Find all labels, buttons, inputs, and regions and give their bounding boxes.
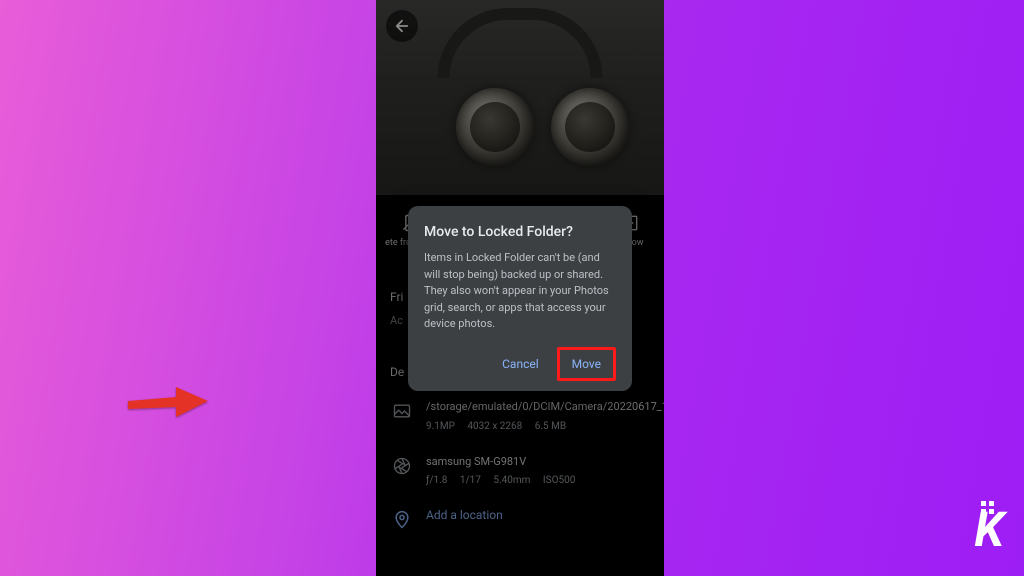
detail-camera-text: samsung SM-G981V ƒ/1.8 1/17 5.40mm ISO50… — [426, 454, 648, 489]
file-size: 6.5 MB — [535, 421, 566, 432]
watermark-logo: K — [974, 501, 1002, 558]
camera-aperture: ƒ/1.8 — [426, 475, 447, 486]
add-location-link[interactable]: Add a location — [426, 508, 503, 522]
camera-shutter: 1/17 — [460, 475, 481, 486]
camera-iso: ISO500 — [543, 475, 575, 486]
detail-camera: samsung SM-G981V ƒ/1.8 1/17 5.40mm ISO50… — [390, 454, 650, 489]
phone-screenshot: ete fro evice eshow Fri Ac De — [376, 0, 664, 576]
file-mp: 9.1MP — [426, 421, 455, 432]
location-icon — [392, 510, 412, 530]
aperture-icon — [392, 456, 412, 476]
dialog-body: Items in Locked Folder can't be (and wil… — [424, 250, 616, 333]
file-path: /storage/emulated/0/DCIM/Camera/20220617… — [426, 399, 664, 416]
photo-preview — [376, 0, 664, 195]
headphones-earcup — [551, 88, 629, 166]
move-button[interactable]: Move — [557, 347, 616, 381]
detail-file-text: /storage/emulated/0/DCIM/Camera/20220617… — [426, 399, 664, 434]
arrow-left-icon — [393, 17, 411, 35]
cancel-button[interactable]: Cancel — [498, 351, 543, 377]
dialog-actions: Cancel Move — [424, 347, 616, 381]
headphones-earcup — [456, 88, 534, 166]
image-icon — [392, 401, 412, 421]
file-dims: 4032 x 2268 — [467, 421, 522, 432]
detail-location[interactable]: Add a location — [390, 508, 650, 530]
move-locked-folder-dialog: Move to Locked Folder? Items in Locked F… — [408, 206, 632, 391]
camera-focal: 5.40mm — [493, 475, 530, 486]
back-button[interactable] — [386, 10, 418, 42]
annotation-arrow — [124, 383, 214, 423]
camera-model: samsung SM-G981V — [426, 454, 648, 471]
dialog-title: Move to Locked Folder? — [424, 224, 616, 240]
detail-file: /storage/emulated/0/DCIM/Camera/20220617… — [390, 399, 650, 434]
headphones-illustration — [438, 8, 603, 78]
